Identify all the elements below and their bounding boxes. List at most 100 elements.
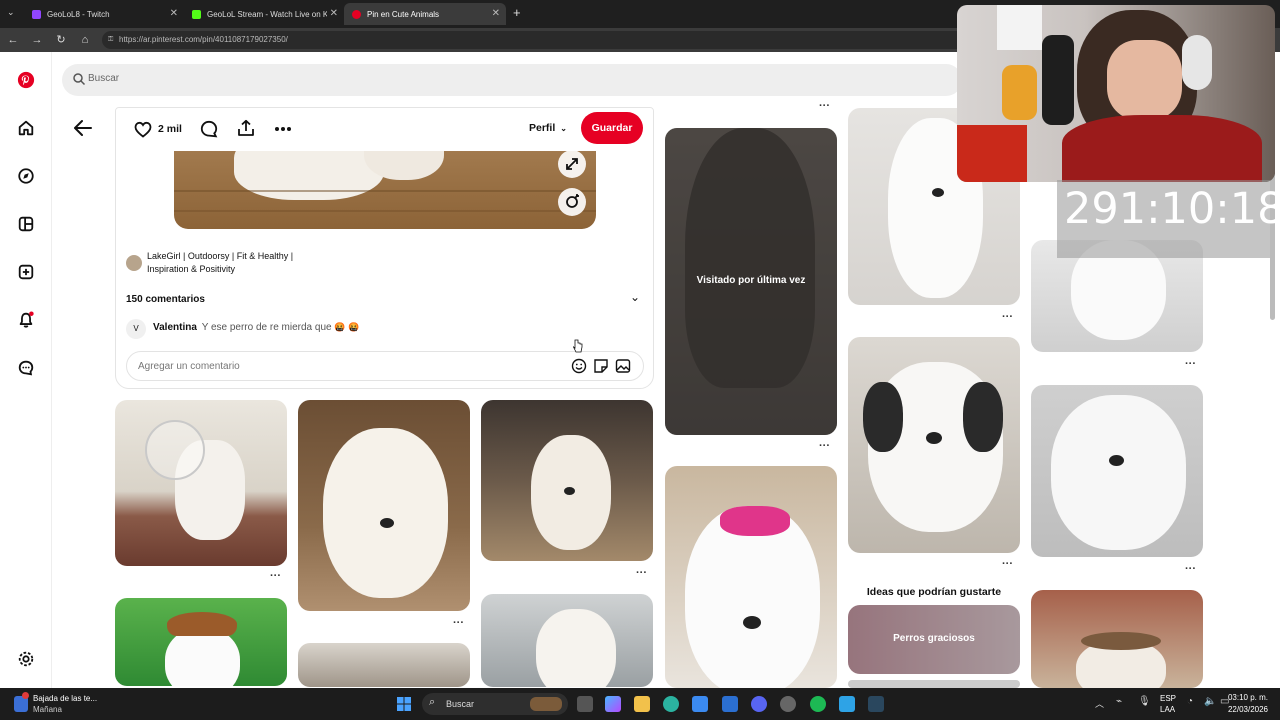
explore-compass-icon[interactable] — [17, 167, 35, 185]
pin-tile-puppy-chair[interactable] — [481, 400, 653, 561]
author-avatar[interactable] — [126, 255, 142, 271]
home-icon[interactable] — [17, 119, 35, 137]
copilot-icon[interactable] — [605, 696, 621, 712]
microsoft-store-icon[interactable] — [692, 696, 708, 712]
steam-icon[interactable] — [868, 696, 884, 712]
site-info-icon[interactable]: ⚿ — [108, 31, 113, 49]
sticker-icon[interactable] — [593, 358, 609, 374]
close-tab-icon[interactable]: ✕ — [492, 8, 500, 19]
dog-nose — [932, 188, 944, 197]
windows-start-icon[interactable] — [397, 697, 411, 711]
forward-icon[interactable]: → — [30, 33, 44, 47]
pin-tile-puppy-window[interactable] — [481, 594, 653, 687]
twitch-favicon-icon — [32, 9, 41, 19]
pin-more-icon[interactable]: ··· — [819, 100, 830, 112]
add-comment-input[interactable]: Agregar un comentario — [126, 351, 644, 381]
clock-time[interactable]: 03:10 p. m. — [1220, 693, 1268, 702]
pin-more-icon[interactable]: ··· — [1002, 311, 1013, 323]
microphone-icon[interactable]: 🎙 — [1138, 696, 1151, 707]
messages-icon[interactable] — [17, 359, 35, 377]
save-button[interactable]: Guardar — [581, 112, 643, 144]
home-icon[interactable]: ⌂ — [78, 33, 92, 47]
tray-overflow-chevron-icon[interactable]: ︿ — [1095, 697, 1104, 710]
address-bar[interactable]: ⚿ https://ar.pinterest.com/pin/401108717… — [102, 31, 982, 49]
edge-browser-icon[interactable] — [663, 696, 679, 712]
tab-twitch[interactable]: GeoLoL8 - Twitch ✕ — [24, 3, 184, 25]
webcam-figurine — [1002, 65, 1037, 120]
language-layout[interactable]: LAA — [1160, 705, 1175, 714]
visual-search-button[interactable] — [558, 188, 586, 216]
pin-action-bar: 2 mil Perfil ⌄ Guardar — [116, 108, 653, 151]
back-icon[interactable]: ← — [6, 33, 20, 47]
task-view-icon[interactable] — [577, 696, 593, 712]
notification-widget[interactable]: Bajada de las te... Mañana — [10, 692, 120, 716]
wifi-icon[interactable]: ◔ — [1187, 696, 1193, 707]
reload-icon[interactable]: ↻ — [54, 33, 68, 47]
pin-tile-fluffy-puppy[interactable] — [298, 400, 470, 611]
pin-more-icon[interactable]: ··· — [1002, 558, 1013, 570]
pin-tile-dog-hat[interactable] — [115, 598, 287, 686]
clock-date[interactable]: 22/03/2026 — [1220, 705, 1268, 714]
spotify-icon[interactable] — [810, 696, 826, 712]
emoji-icon[interactable] — [571, 358, 587, 374]
notification-badge — [22, 692, 29, 699]
search-input[interactable]: Buscar — [62, 64, 962, 96]
language-code[interactable]: ESP — [1160, 694, 1176, 703]
pin-more-icon[interactable]: ··· — [270, 570, 281, 582]
notifications-bell-icon[interactable] — [17, 311, 35, 329]
boards-icon[interactable] — [17, 215, 35, 233]
discord-icon[interactable] — [751, 696, 767, 712]
comment-emoji: 🤬 🤬 — [334, 322, 360, 332]
taskbar-search[interactable]: ⌕ Buscar — [422, 693, 568, 715]
tab-list-chevron-icon[interactable]: ⌄ — [7, 7, 15, 18]
add-comment-placeholder: Agregar un comentario — [138, 361, 240, 372]
stream-timer: 291:10:18 — [1064, 184, 1280, 234]
author-name[interactable]: LakeGirl | Outdoorsy | Fit & Healthy | — [147, 251, 293, 261]
expand-image-button[interactable] — [558, 150, 586, 178]
idea-board-funny-dogs[interactable]: Perros graciosos — [848, 605, 1020, 674]
pin-tile-partial[interactable] — [848, 680, 1020, 688]
commenter-avatar[interactable]: V — [126, 319, 146, 339]
pin-more-icon[interactable]: ··· — [819, 440, 830, 452]
create-plus-icon[interactable] — [17, 263, 35, 281]
tab-kick[interactable]: GeoLoL Stream - Watch Live on Ki ✕ — [184, 3, 344, 25]
network-off-icon[interactable]: ⌁ — [1116, 696, 1122, 707]
chevron-down-icon: ⌄ — [560, 124, 567, 133]
file-explorer-icon[interactable] — [634, 696, 650, 712]
close-tab-icon[interactable]: ✕ — [170, 8, 178, 19]
collapse-comments-chevron-icon[interactable]: ⌄ — [630, 290, 640, 304]
mail-icon[interactable] — [722, 696, 738, 712]
comment-icon[interactable] — [200, 120, 218, 138]
pin-more-icon[interactable]: ··· — [1185, 358, 1196, 370]
pin-more-icon[interactable]: ··· — [636, 567, 647, 579]
tab-pinterest[interactable]: Pin en Cute Animals ✕ — [344, 3, 506, 25]
more-options-icon[interactable] — [274, 126, 292, 132]
image-upload-icon[interactable] — [615, 358, 631, 374]
settings-gear-icon[interactable] — [17, 650, 35, 668]
share-icon[interactable] — [237, 119, 255, 137]
word-app-icon[interactable] — [839, 696, 855, 712]
visited-label: Visitado por última vez — [696, 275, 806, 286]
pin-tile-room[interactable] — [298, 643, 470, 687]
visual-search-icon — [566, 194, 579, 208]
heart-icon[interactable] — [134, 121, 152, 138]
pin-tile-sheepdog[interactable] — [848, 337, 1020, 553]
profile-dropdown[interactable]: Perfil ⌄ — [529, 122, 567, 134]
pin-tile-fluffy-white-dog[interactable] — [1031, 385, 1203, 557]
pinterest-logo-icon[interactable] — [17, 71, 35, 89]
pin-image[interactable] — [174, 150, 596, 229]
commenter-name[interactable]: Valentina — [153, 322, 197, 333]
search-placeholder: Buscar — [88, 73, 120, 84]
pin-tile-dog-pink-bow[interactable] — [665, 466, 837, 688]
close-tab-icon[interactable]: ✕ — [330, 8, 338, 19]
volume-icon[interactable]: 🔈 — [1204, 696, 1216, 707]
pin-more-icon[interactable]: ··· — [453, 617, 464, 629]
pin-tile-dog-cone[interactable] — [115, 400, 287, 566]
back-arrow-icon[interactable] — [73, 119, 93, 137]
settings-gear-icon[interactable] — [780, 696, 796, 712]
author-name-line2[interactable]: Inspiration & Positivity — [147, 264, 235, 274]
pin-more-icon[interactable]: ··· — [1185, 563, 1196, 575]
new-tab-button[interactable]: + — [513, 5, 521, 20]
pin-tile-dog-cafe[interactable] — [1031, 590, 1203, 688]
pin-tile-dachshund-visited[interactable]: Visitado por última vez — [665, 128, 837, 435]
